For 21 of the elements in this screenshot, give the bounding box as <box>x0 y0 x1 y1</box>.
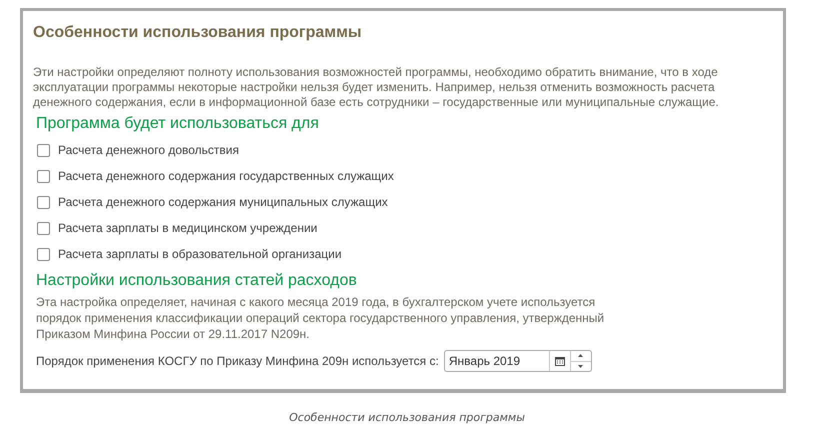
checkbox[interactable] <box>37 248 50 260</box>
description-text: Эти настройки определяют полноту использования возможностей программы, необходимо обратить внимание, что в ходе эксплуатации программы некоторые настройки нельзя будет изменить. Например, нельзя отменить возможность расчета денежного содержания, если в информационной базе есть сотрудники – государственные или муниципальные служащие. <box>33 65 720 110</box>
figure-caption: Особенности использования программы <box>289 411 525 424</box>
checkbox-label: Расчета денежного содержания государственных служащих <box>58 169 394 183</box>
checkbox[interactable] <box>37 222 50 234</box>
month-field[interactable]: Январь 2019 <box>444 350 592 372</box>
checkbox-label: Расчета денежного содержания муниципальных служащих <box>58 195 388 209</box>
up-arrow-icon[interactable] <box>578 354 584 358</box>
field-label: Порядок применения КОСГУ по Приказу Минфина 209н используется с: <box>36 354 439 368</box>
checkbox[interactable] <box>37 196 50 208</box>
down-arrow-icon[interactable] <box>578 364 584 368</box>
checkbox-label: Расчета зарплаты в медицинском учреждении <box>58 221 318 235</box>
calendar-icon[interactable] <box>554 356 565 366</box>
window-title: Особенности использования программы <box>33 23 363 43</box>
section-heading: Программа будет использоваться для <box>36 114 320 134</box>
section-heading: Настройки использования статей расходов <box>36 271 358 291</box>
checkbox[interactable] <box>37 170 50 182</box>
checkbox[interactable] <box>37 144 50 156</box>
note-text: Эта настройка определяет, начиная с какого месяца 2019 года, в бухгалтерском учете используется порядок применения классификации операций сектора государственного управления, утвержденный Приказом Минфина России от 29.11.2017 N209н. <box>36 294 606 342</box>
checkbox-label: Расчета зарплаты в образовательной организации <box>58 247 342 261</box>
checkbox-label: Расчета денежного довольствия <box>58 143 239 157</box>
